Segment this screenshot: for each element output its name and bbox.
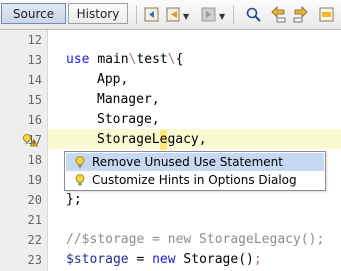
line-number: 21 (27, 213, 42, 227)
tab-history[interactable]: History (68, 3, 128, 24)
code-line-23[interactable]: $storage = new Storage(); (66, 250, 262, 270)
semicolon: ; (253, 252, 262, 267)
hint-popup: Remove Unused Use Statement Customize Hi… (64, 151, 326, 191)
code-line-16[interactable]: Storage, (97, 110, 160, 130)
keyword-new: new (152, 252, 176, 267)
forward-icon (201, 7, 216, 22)
code-text: Storage() (175, 252, 254, 267)
namespace-separator: \ (167, 52, 176, 67)
line-number: 13 (27, 53, 42, 67)
line-number: 20 (27, 193, 42, 207)
keyword-use: use (66, 52, 98, 67)
line-number: 22 (27, 233, 42, 247)
popup-item-label: Remove Unused Use Statement (92, 155, 283, 169)
tab-source[interactable]: Source (1, 3, 66, 24)
back-icon[interactable] (143, 6, 160, 23)
code-line-14[interactable]: App, (97, 70, 128, 90)
open-brace: { (175, 52, 184, 67)
line-number: 16 (27, 113, 42, 127)
find-previous-icon[interactable] (270, 6, 287, 23)
hint-bulb-warning-icon[interactable] (22, 133, 38, 147)
line-number-gutter: 12 13 14 15 16 17 18 19 20 21 22 23 (0, 30, 48, 271)
line-number: 12 (27, 33, 42, 47)
namespace-main: main (97, 52, 129, 67)
toolbar-separator (136, 5, 137, 24)
back-dropdown-icon[interactable]: ▼ (183, 13, 189, 21)
lightbulb-icon (75, 174, 85, 186)
line-number: 19 (27, 173, 42, 187)
back-with-history-icon[interactable] (165, 6, 182, 23)
variable-storage: $storage (66, 252, 129, 267)
toggle-highlight-icon[interactable] (318, 6, 335, 23)
editor-toolbar: Source History ▼ ▼ (0, 0, 341, 30)
popup-item-customize-hints[interactable]: Customize Hints in Options Dialog (66, 171, 324, 189)
code-text: = (128, 252, 153, 267)
line-number: 23 (27, 253, 42, 267)
toolbar-separator (233, 5, 234, 24)
code-line-22[interactable]: //$storage = new StorageLegacy(); (66, 230, 324, 250)
line-number: 15 (27, 93, 42, 107)
line-number: 14 (27, 73, 42, 87)
line-number: 18 (27, 153, 42, 167)
code-line-15[interactable]: Manager, (97, 90, 160, 110)
popup-item-remove-unused-use[interactable]: Remove Unused Use Statement (66, 153, 324, 171)
code-line-13[interactable]: use main\test\{ (66, 50, 183, 70)
code-line-17[interactable]: StorageLegacy, (97, 130, 207, 150)
code-text: gacy, (167, 132, 207, 147)
forward-dropdown-icon: ▼ (219, 12, 226, 21)
lightbulb-icon (75, 156, 85, 168)
popup-item-label: Customize Hints in Options Dialog (92, 173, 297, 187)
namespace-test: test (136, 52, 168, 67)
find-next-icon[interactable] (292, 6, 309, 23)
code-text: StorageL (97, 132, 160, 147)
code-line-20[interactable]: }; (66, 190, 82, 210)
find-icon[interactable] (245, 6, 262, 23)
